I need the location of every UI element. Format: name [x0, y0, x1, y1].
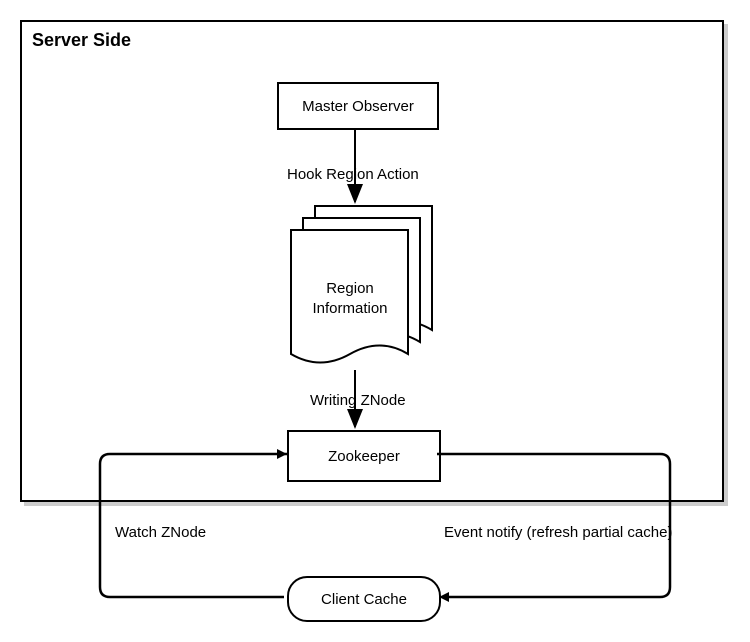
zookeeper-label: Zookeeper	[328, 448, 400, 465]
event-edge-label: Event notify (refresh partial cache)	[442, 524, 674, 541]
zookeeper-node: Zookeeper	[287, 430, 441, 482]
watch-edge-label: Watch ZNode	[113, 524, 208, 541]
hook-edge-label: Hook Region Action	[285, 166, 421, 183]
server-side-title: Server Side	[32, 30, 131, 51]
document-shape-front: RegionInformation	[290, 229, 408, 374]
master-observer-node: Master Observer	[277, 82, 439, 130]
diagram-canvas: Server Side Master Observer RegionInform…	[10, 10, 740, 632]
master-observer-label: Master Observer	[302, 98, 414, 115]
writing-edge-label: Writing ZNode	[308, 392, 408, 409]
client-cache-node: Client Cache	[287, 576, 441, 622]
region-info-label: RegionInformation	[300, 279, 400, 318]
client-cache-label: Client Cache	[321, 591, 407, 608]
